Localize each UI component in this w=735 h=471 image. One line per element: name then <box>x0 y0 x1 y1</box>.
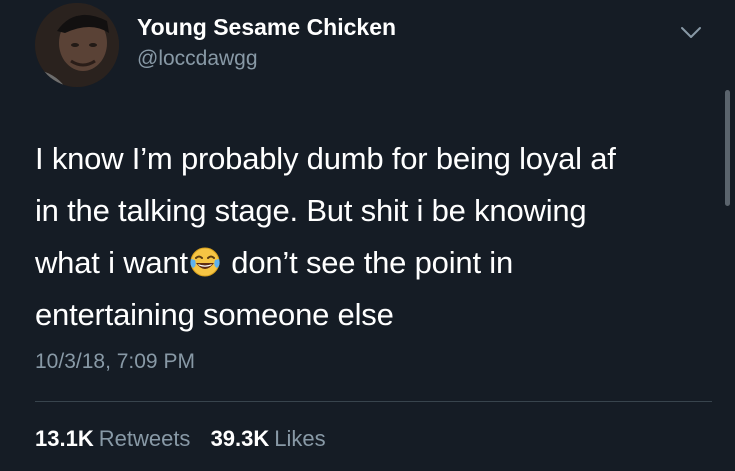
tweet-text-segment: what i want <box>35 245 188 280</box>
retweets-stat[interactable]: 13.1K Retweets <box>35 426 190 451</box>
retweets-count: 13.1K <box>35 426 94 451</box>
retweets-label: Retweets <box>98 426 191 451</box>
divider <box>35 401 712 402</box>
author-display-name[interactable]: Young Sesame Chicken <box>137 14 396 41</box>
avatar[interactable] <box>35 3 119 87</box>
tweet-text: I know I’m probably dumb for being loyal… <box>35 133 695 341</box>
tweet-stats: 13.1K Retweets 39.3K Likes <box>35 426 340 452</box>
tweet-text-line: I know I’m probably dumb for being loyal… <box>35 141 616 176</box>
avatar-image <box>35 3 119 87</box>
likes-label: Likes <box>274 426 326 451</box>
tweet-text-line: what i want don’t see the point in <box>35 237 695 289</box>
author-handle[interactable]: @loccdawgg <box>137 47 258 71</box>
tweet-timestamp[interactable]: 10/3/18, 7:09 PM <box>35 350 195 374</box>
tweet-text-segment: don’t see the point in <box>222 245 514 280</box>
scrollbar[interactable] <box>725 90 730 206</box>
tweet-card: Young Sesame Chicken @loccdawgg I know I… <box>0 0 735 471</box>
chevron-down-icon[interactable] <box>679 22 703 42</box>
face-with-tears-of-joy-icon <box>189 246 221 278</box>
tweet-text-line: in the talking stage. But shit i be know… <box>35 193 587 228</box>
likes-count: 39.3K <box>210 426 270 451</box>
likes-stat[interactable]: 39.3K Likes <box>211 426 326 451</box>
tweet-text-line: entertaining someone else <box>35 297 394 332</box>
